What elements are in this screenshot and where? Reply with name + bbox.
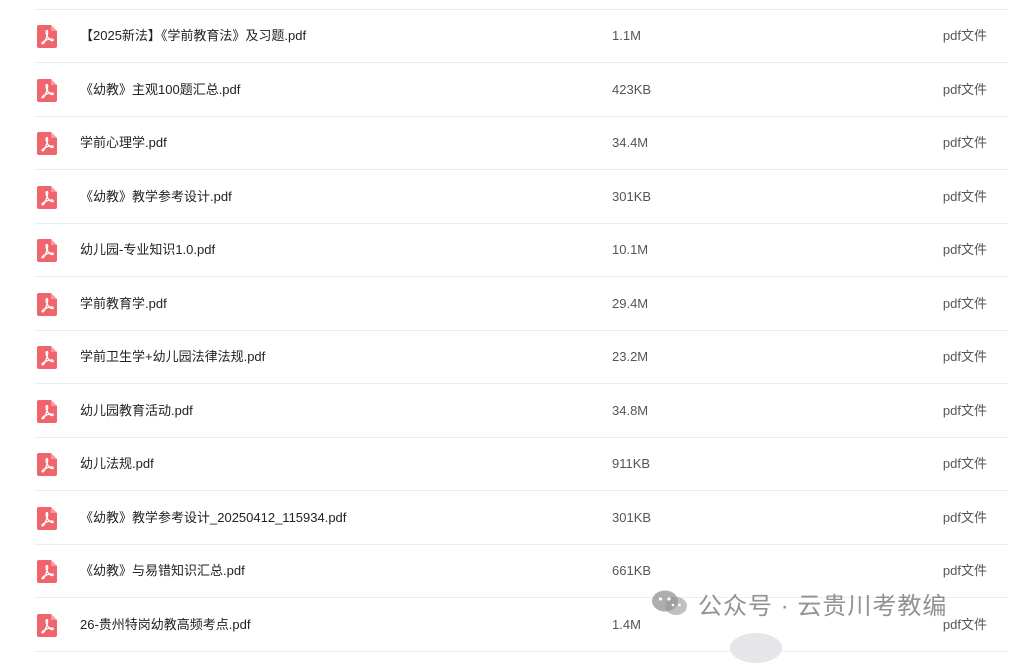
file-type: pdf文件 <box>942 402 987 418</box>
file-type: pdf文件 <box>942 616 987 632</box>
pdf-file-icon <box>37 346 57 369</box>
pdf-file-icon <box>37 506 57 530</box>
file-name: 幼儿园-专业知识1.0.pdf <box>80 242 216 257</box>
file-type: pdf文件 <box>942 81 987 97</box>
file-name: 《幼教》教学参考设计_20250412_115934.pdf <box>80 509 347 525</box>
file-size: 911KB <box>612 456 651 471</box>
pdf-file-icon <box>37 78 57 102</box>
file-name: 《幼教》与易错知识汇总.pdf <box>80 563 245 578</box>
file-name: 《幼教》主观100题汇总.pdf <box>80 81 241 97</box>
file-type: pdf文件 <box>942 295 987 311</box>
file-row[interactable]: 26-贵州特岗幼教高频考点.pdf 1.4M pdf文件 <box>0 599 1009 652</box>
file-type: pdf文件 <box>942 456 987 471</box>
file-row[interactable]: 《幼教》教学参考设计.pdf 301KB pdf文件 <box>0 171 1009 224</box>
pdf-file-icon <box>37 25 57 48</box>
file-type: pdf文件 <box>942 135 987 150</box>
file-row[interactable]: 《幼教》教学参考设计_20250412_115934.pdf 301KB pdf文件 <box>0 492 1009 545</box>
file-row[interactable]: 《幼教》主观100题汇总.pdf 423KB pdf文件 <box>0 64 1009 117</box>
floating-avatar <box>730 633 782 663</box>
file-type: pdf文件 <box>942 188 987 204</box>
file-row[interactable]: 学前教育学.pdf 29.4M pdf文件 <box>0 278 1009 331</box>
file-size: 661KB <box>612 563 652 578</box>
pdf-file-icon <box>37 453 57 476</box>
pdf-file-icon <box>37 613 57 637</box>
pdf-file-icon <box>37 239 57 262</box>
file-size: 423KB <box>612 81 652 97</box>
file-size: 29.4M <box>612 295 649 311</box>
pdf-file-icon <box>37 132 57 155</box>
file-row[interactable]: 【2025新法】《学前教育法》及习题.pdf 1.1M pdf文件 <box>0 10 1009 63</box>
divider <box>34 650 1009 652</box>
file-size: 1.1M <box>612 28 641 43</box>
file-type: pdf文件 <box>942 509 987 525</box>
file-size: 10.1M <box>612 242 649 257</box>
file-list: 【2025新法】《学前教育法》及习题.pdf 1.1M pdf文件 《幼教》主观100… <box>0 0 1009 652</box>
file-size: 23.2M <box>612 349 649 364</box>
file-name: 幼儿园教育活动.pdf <box>80 402 193 418</box>
file-row[interactable]: 学前心理学.pdf 34.4M pdf文件 <box>0 117 1009 170</box>
pdf-file-icon <box>37 185 57 209</box>
pdf-file-icon <box>37 292 57 316</box>
file-name: 学前卫生学+幼儿园法律法规.pdf <box>80 349 266 364</box>
file-row[interactable]: 幼儿园教育活动.pdf 34.8M pdf文件 <box>0 385 1009 438</box>
file-row[interactable]: 幼儿法规.pdf 911KB pdf文件 <box>0 438 1009 491</box>
file-size: 301KB <box>612 509 652 525</box>
pdf-file-icon <box>37 560 57 583</box>
file-type: pdf文件 <box>942 563 987 578</box>
file-row[interactable]: 学前卫生学+幼儿园法律法规.pdf 23.2M pdf文件 <box>0 331 1009 384</box>
pdf-file-icon <box>37 399 57 423</box>
file-type: pdf文件 <box>942 349 987 364</box>
file-type: pdf文件 <box>942 28 987 43</box>
file-name: 《幼教》教学参考设计.pdf <box>80 188 232 204</box>
file-row[interactable]: 《幼教》与易错知识汇总.pdf 661KB pdf文件 <box>0 545 1009 598</box>
file-size: 301KB <box>612 188 652 204</box>
file-size: 34.8M <box>612 402 649 418</box>
file-row[interactable]: 幼儿园-专业知识1.0.pdf 10.1M pdf文件 <box>0 224 1009 277</box>
file-name: 26-贵州特岗幼教高频考点.pdf <box>80 616 251 632</box>
file-name: 学前心理学.pdf <box>80 135 167 150</box>
file-name: 【2025新法】《学前教育法》及习题.pdf <box>80 28 307 43</box>
file-size: 34.4M <box>612 135 649 150</box>
file-name: 幼儿法规.pdf <box>80 456 154 471</box>
file-type: pdf文件 <box>942 242 987 257</box>
file-name: 学前教育学.pdf <box>80 295 167 311</box>
file-size: 1.4M <box>612 616 641 632</box>
